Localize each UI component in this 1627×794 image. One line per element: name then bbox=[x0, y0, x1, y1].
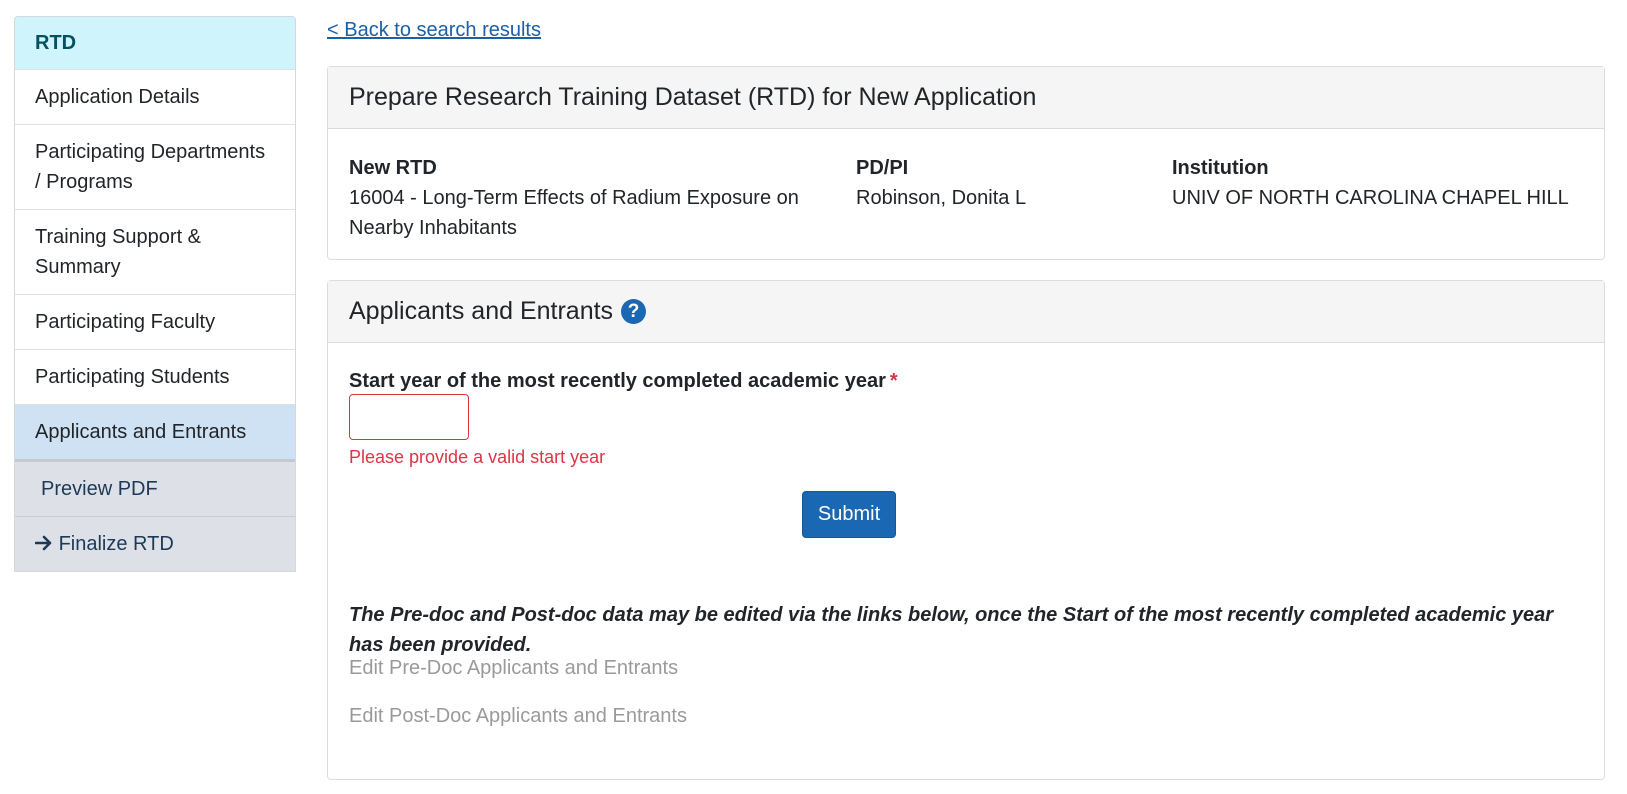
sidebar-item-application-details[interactable]: Application Details bbox=[15, 69, 295, 124]
sidebar-item-training-support[interactable]: Training Support & Summary bbox=[15, 209, 295, 294]
summary-title: Prepare Research Training Dataset (RTD) … bbox=[328, 67, 1604, 129]
rtd-summary-card: Prepare Research Training Dataset (RTD) … bbox=[327, 66, 1605, 260]
edit-predoc-link: Edit Pre-Doc Applicants and Entrants bbox=[349, 657, 679, 679]
back-to-search-link[interactable]: < Back to search results bbox=[327, 19, 541, 42]
sidebar-item-participating-students[interactable]: Participating Students bbox=[15, 349, 295, 404]
pi-value: Robinson, Donita L bbox=[856, 187, 1027, 209]
finalize-rtd-label: Finalize RTD bbox=[58, 533, 174, 555]
pi-label: PD/PI bbox=[856, 157, 909, 179]
sidebar-header: RTD bbox=[15, 17, 295, 69]
preview-pdf-button[interactable]: Preview PDF bbox=[15, 459, 295, 516]
section-title: Applicants and Entrants bbox=[349, 297, 614, 325]
rtd-label: New RTD bbox=[349, 157, 437, 179]
applicants-entrants-card: Applicants and Entrants ? Start year of … bbox=[327, 280, 1605, 780]
rtd-info: New RTD 16004 - Long-Term Effects of Rad… bbox=[349, 153, 819, 243]
edit-note: The Pre-doc and Post-doc data may be edi… bbox=[349, 604, 1554, 656]
required-marker: * bbox=[889, 370, 898, 392]
pi-info: PD/PI Robinson, Donita L bbox=[856, 153, 1026, 213]
section-header: Applicants and Entrants ? bbox=[328, 281, 1604, 343]
start-year-label-text: Start year of the most recently complete… bbox=[349, 370, 886, 392]
start-year-input[interactable] bbox=[349, 394, 469, 440]
question-circle-icon[interactable]: ? bbox=[621, 299, 647, 324]
arrow-right-icon bbox=[34, 533, 59, 555]
institution-label: Institution bbox=[1172, 157, 1269, 179]
sidebar-item-participating-faculty[interactable]: Participating Faculty bbox=[15, 294, 295, 349]
institution-info: Institution UNIV OF NORTH CAROLINA CHAPE… bbox=[1172, 153, 1569, 213]
submit-button[interactable]: Submit bbox=[802, 491, 896, 538]
finalize-rtd-button[interactable]: Finalize RTD bbox=[15, 516, 295, 571]
edit-postdoc-link: Edit Post-Doc Applicants and Entrants bbox=[349, 705, 687, 727]
rtd-value: 16004 - Long-Term Effects of Radium Expo… bbox=[349, 187, 799, 239]
sidebar-item-participating-departments[interactable]: Participating Departments / Programs bbox=[15, 124, 295, 209]
institution-value: UNIV OF NORTH CAROLINA CHAPEL HILL bbox=[1172, 187, 1569, 209]
sidebar-item-applicants-entrants[interactable]: Applicants and Entrants bbox=[15, 404, 295, 459]
start-year-error: Please provide a valid start year bbox=[349, 447, 606, 467]
start-year-label: Start year of the most recently complete… bbox=[349, 366, 898, 396]
sidebar-nav: RTD Application Details Participating De… bbox=[14, 16, 296, 572]
